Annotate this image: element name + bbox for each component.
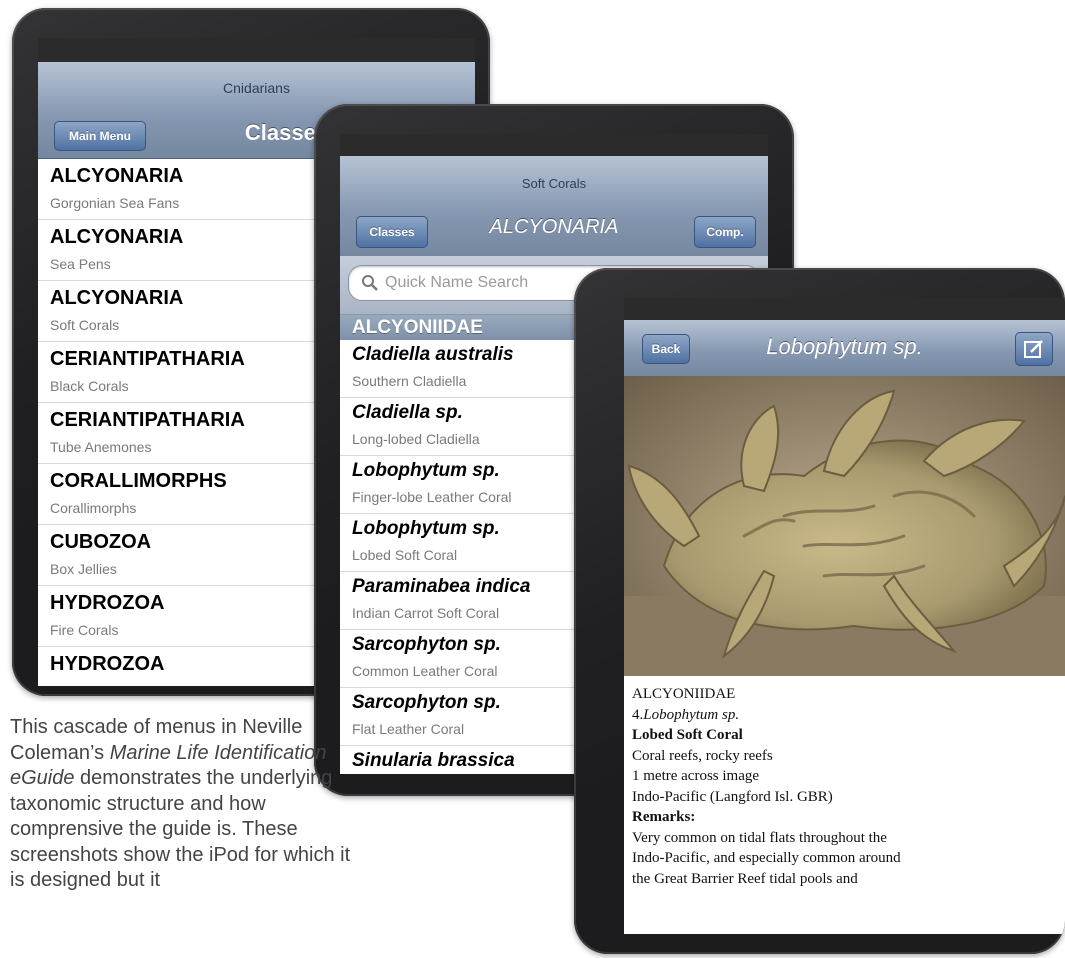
search-placeholder: Quick Name Search xyxy=(385,274,529,291)
list-item-title: ALCYONARIA xyxy=(50,226,184,248)
list-item-title: ALCYONARIA xyxy=(50,287,184,309)
list-item-title: CORALLIMORPHS xyxy=(50,470,227,492)
list-item-title: Cladiella australis xyxy=(352,344,514,365)
list-item-title: Paraminabea indica xyxy=(352,576,531,597)
classes-back-button[interactable]: Classes xyxy=(356,216,428,248)
list-item-title: CERIANTIPATHARIA xyxy=(50,348,245,370)
list-item-title: CUBOZOA xyxy=(50,531,152,553)
family-label: ALCYONIIDAE xyxy=(632,686,736,702)
nav-prompt: Cnidarians xyxy=(223,80,290,96)
list-item-title: HYDROZOA xyxy=(50,592,165,614)
size: 1 metre across image xyxy=(632,768,760,784)
classes-back-label: Classes xyxy=(369,225,415,239)
list-item-subtitle: Southern Cladiella xyxy=(352,373,467,389)
list-item-title: CERIANTIPATHARIA xyxy=(50,409,245,431)
list-item-subtitle: Finger-lobe Leather Coral xyxy=(352,489,512,505)
device-frame-detail: Lobophytum sp. Back ALCYONIIDAE 4.Loboph… xyxy=(574,268,1065,954)
screen-detail: Lobophytum sp. Back ALCYONIIDAE 4.Loboph… xyxy=(624,298,1065,934)
figure-caption: This cascade of menus in Neville Coleman… xyxy=(10,715,370,894)
list-item-subtitle: Long-lobed Cladiella xyxy=(352,431,480,447)
status-bar xyxy=(38,38,475,62)
list-item-title: ALCYONARIA xyxy=(50,165,184,187)
list-item-title: Sinularia brassica xyxy=(352,750,515,771)
navigation-bar: Soft Corals ALCYONARIA Classes Comp. xyxy=(340,156,768,257)
remarks-line-3: the Great Barrier Reef tidal pools and xyxy=(632,870,858,887)
list-item-subtitle: Soft Corals xyxy=(50,317,120,333)
edit-note-button[interactable] xyxy=(1015,332,1053,366)
nav-title: Lobophytum sp. xyxy=(766,334,923,359)
main-menu-button[interactable]: Main Menu xyxy=(54,121,146,151)
list-item-subtitle: Lobed Soft Coral xyxy=(352,547,458,563)
status-bar xyxy=(340,134,768,156)
compare-button[interactable]: Comp. xyxy=(694,216,756,248)
list-item-subtitle: Gorgonian Sea Fans xyxy=(50,195,180,211)
search-icon xyxy=(362,275,378,291)
compose-icon xyxy=(1024,340,1043,358)
compare-label: Comp. xyxy=(706,225,744,239)
status-bar xyxy=(624,298,1065,320)
back-button[interactable]: Back xyxy=(642,334,690,364)
list-item-title: Lobophytum sp. xyxy=(352,460,500,481)
list-item-subtitle: Corallimorphs xyxy=(50,500,137,516)
list-item-subtitle: Common Leather Coral xyxy=(352,663,498,679)
list-item-subtitle: Sea Pens xyxy=(50,256,111,272)
navigation-bar: Lobophytum sp. Back xyxy=(624,320,1065,377)
common-name: Lobed Soft Coral xyxy=(632,727,743,743)
remarks-label: Remarks: xyxy=(632,809,696,825)
species-number: 4. xyxy=(632,706,644,723)
list-item-title: Lobophytum sp. xyxy=(352,518,500,539)
habitat: Coral reefs, rocky reefs xyxy=(632,747,773,764)
remarks-line-2: Indo-Pacific, and especially common arou… xyxy=(632,850,901,866)
species-line: 4.Lobophytum sp. xyxy=(624,705,1065,726)
coral-photo xyxy=(624,376,1065,676)
list-item-title: Sarcophyton sp. xyxy=(352,692,501,713)
list-item-subtitle: Hydrocorals xyxy=(50,683,125,686)
list-item-subtitle: Box Jellies xyxy=(50,561,117,577)
species-name: Lobophytum sp. xyxy=(643,706,740,723)
list-item-title: Cladiella sp. xyxy=(352,402,463,423)
list-item-title: Sarcophyton sp. xyxy=(352,634,501,655)
back-label: Back xyxy=(651,342,681,356)
remarks-line-1: Very common on tidal flats throughout th… xyxy=(632,829,887,846)
list-item-subtitle: Tube Anemones xyxy=(50,439,152,455)
list-item-subtitle: Black Corals xyxy=(50,378,129,394)
nav-prompt: Soft Corals xyxy=(521,176,587,191)
list-item-title: HYDROZOA xyxy=(50,653,165,675)
list-item-subtitle: Indian Carrot Soft Coral xyxy=(352,605,500,621)
list-item-subtitle: Fire Corals xyxy=(50,622,119,638)
section-header-label: ALCYONIIDAE xyxy=(352,317,483,338)
distribution: Indo-Pacific (Langford Isl. GBR) xyxy=(632,788,833,805)
species-details: ALCYONIIDAE 4.Lobophytum sp. Lobed Soft … xyxy=(624,684,1065,889)
main-menu-label: Main Menu xyxy=(69,129,131,143)
